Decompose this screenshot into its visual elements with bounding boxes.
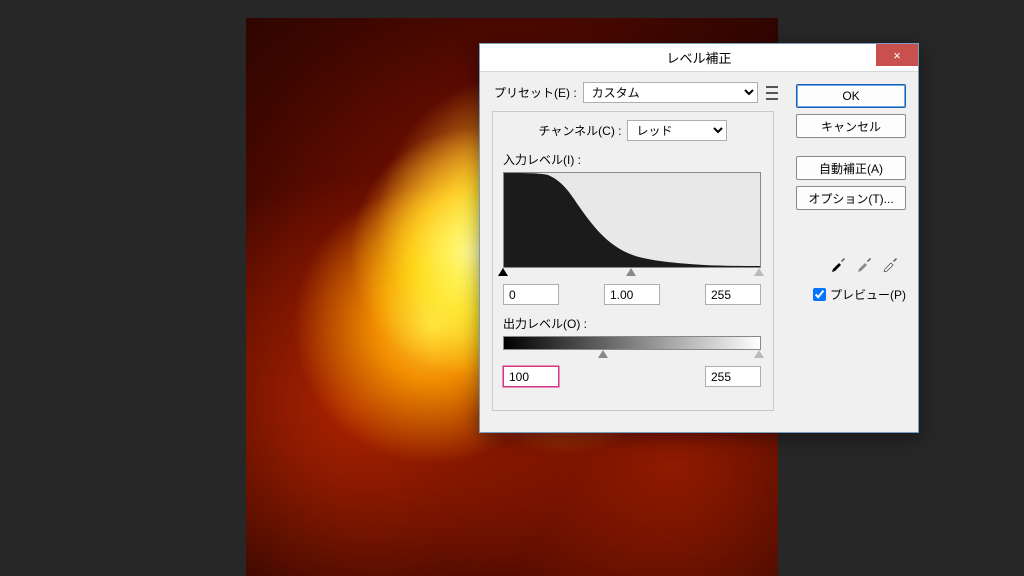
options-button[interactable]: オプション(T)... [796,186,906,210]
channel-row: チャンネル(C) : レッド [503,120,763,141]
output-levels-label: 出力レベル(O) : [503,315,763,332]
dialog-side-buttons: OK キャンセル 自動補正(A) オプション(T)... [796,84,906,210]
output-black-field[interactable] [503,366,559,387]
input-white-handle[interactable] [754,268,764,276]
input-mid-handle[interactable] [626,268,636,276]
preset-label: プリセット(E) : [494,84,577,101]
preset-row: プリセット(E) : カスタム [494,82,780,103]
ok-button[interactable]: OK [796,84,906,108]
white-point-eyedropper-icon[interactable] [882,254,900,272]
close-icon: × [893,48,901,63]
output-level-inputs [503,366,761,387]
input-slider-track[interactable] [503,268,761,280]
input-level-inputs [503,284,761,305]
eyedropper-group [830,254,900,272]
preview-checkbox[interactable] [813,288,826,301]
dialog-title: レベル補正 [480,48,918,67]
output-gradient [503,336,761,350]
input-white-field[interactable] [705,284,761,305]
input-black-handle[interactable] [498,268,508,276]
input-levels-label: 入力レベル(I) : [503,151,763,168]
cancel-button[interactable]: キャンセル [796,114,906,138]
histogram [503,172,761,268]
output-white-handle[interactable] [754,350,764,358]
output-black-handle[interactable] [598,350,608,358]
preset-select[interactable]: カスタム [583,82,759,103]
preset-menu-icon[interactable] [764,86,780,100]
black-point-eyedropper-icon[interactable] [830,254,848,272]
close-button[interactable]: × [876,44,918,66]
channel-select[interactable]: レッド [627,120,727,141]
levels-dialog: レベル補正 × プリセット(E) : カスタム チャンネル(C) : レ [479,43,919,433]
input-black-field[interactable] [503,284,559,305]
dialog-body: プリセット(E) : カスタム チャンネル(C) : レッド 入力レベル(I) … [480,72,918,432]
auto-button[interactable]: 自動補正(A) [796,156,906,180]
output-slider-track[interactable] [503,350,761,362]
gray-point-eyedropper-icon[interactable] [856,254,874,272]
channel-label: チャンネル(C) : [539,122,622,139]
dialog-titlebar[interactable]: レベル補正 × [480,44,918,72]
input-mid-field[interactable] [604,284,660,305]
preview-label: プレビュー(P) [830,286,906,303]
output-white-field[interactable] [705,366,761,387]
levels-panel: チャンネル(C) : レッド 入力レベル(I) : [492,111,774,411]
preview-checkbox-row[interactable]: プレビュー(P) [813,286,906,303]
